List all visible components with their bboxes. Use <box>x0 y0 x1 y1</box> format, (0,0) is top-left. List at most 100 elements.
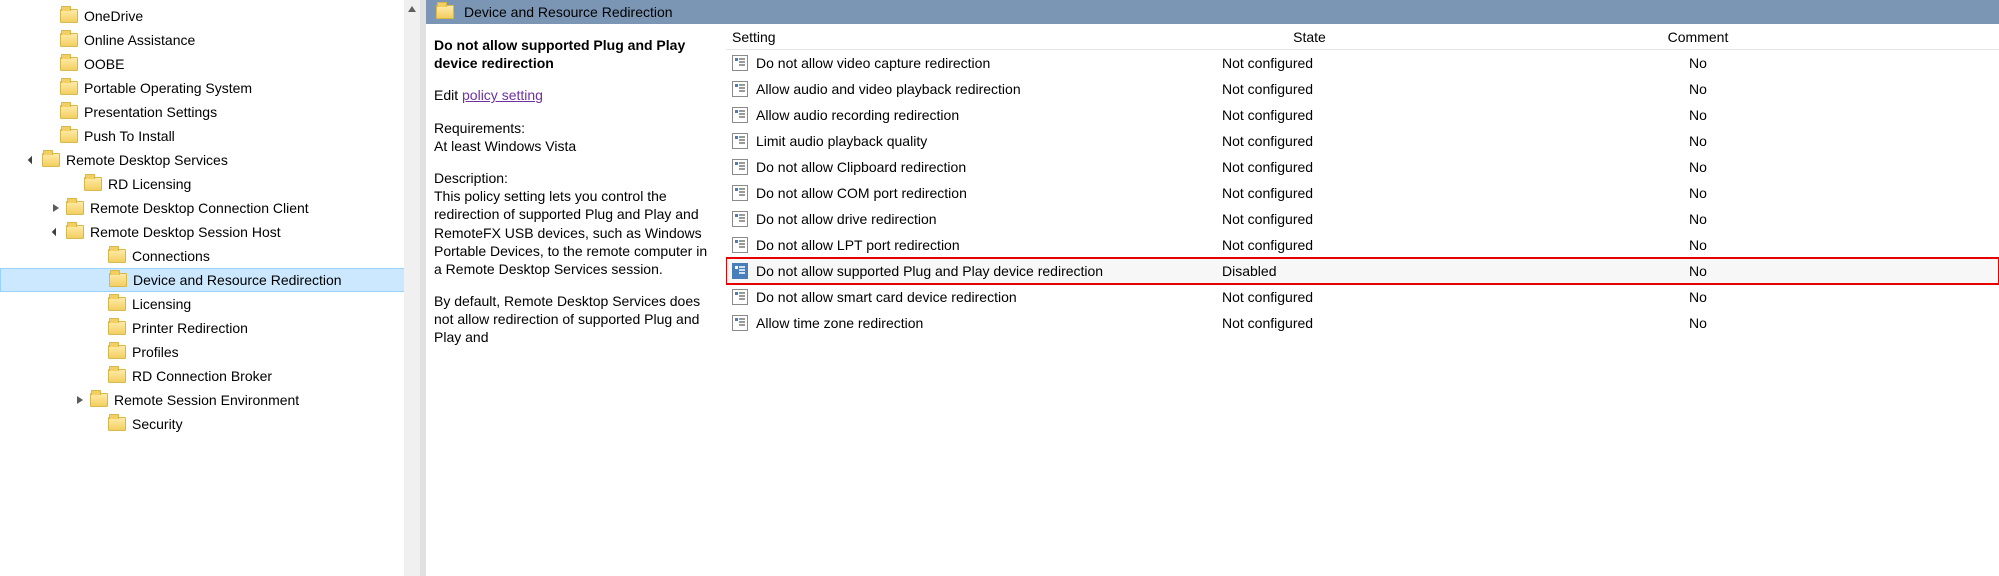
tree-item[interactable]: Remote Desktop Connection Client <box>0 196 420 220</box>
policy-setting-icon <box>732 133 748 149</box>
folder-icon <box>60 129 78 143</box>
policy-row[interactable]: Do not allow Clipboard redirection Not co… <box>726 154 1999 180</box>
tree-item-label: Online Assistance <box>84 32 195 48</box>
content-area: Do not allow supported Plug and Play dev… <box>426 24 1999 576</box>
expander-closed-icon[interactable] <box>72 392 88 408</box>
tree-item[interactable]: Remote Session Environment <box>0 388 420 412</box>
cell-comment: No <box>1397 263 1999 279</box>
policy-setting-icon <box>732 81 748 97</box>
description-block: Description: This policy setting lets yo… <box>434 169 716 278</box>
tree-item[interactable]: Licensing <box>0 292 420 316</box>
description-text-2: By default, Remote Desktop Services does… <box>434 292 716 347</box>
policy-setting-icon <box>732 159 748 175</box>
cell-state: Not configured <box>1222 159 1397 175</box>
folder-icon <box>109 273 127 287</box>
cell-setting: Allow time zone redirection <box>732 315 1222 331</box>
folder-icon <box>60 81 78 95</box>
tree-item[interactable]: Remote Desktop Session Host <box>0 220 420 244</box>
expander-spacer <box>42 128 58 144</box>
tree-item-label: Remote Desktop Services <box>66 152 228 168</box>
policy-setting-icon <box>732 185 748 201</box>
cell-setting: Limit audio playback quality <box>732 133 1222 149</box>
tree-item-label: Portable Operating System <box>84 80 252 96</box>
policy-row[interactable]: Do not allow drive redirectionNot config… <box>726 206 1999 232</box>
cell-setting: Do not allow drive redirection <box>732 211 1222 227</box>
cell-comment: No <box>1397 315 1999 331</box>
policy-title: Do not allow supported Plug and Play dev… <box>434 36 716 72</box>
folder-icon <box>66 201 84 215</box>
policy-row[interactable]: Allow time zone redirectionNot configure… <box>726 310 1999 336</box>
tree-item[interactable]: Presentation Settings <box>0 100 420 124</box>
tree-scrollbar[interactable] <box>404 0 420 576</box>
tree-item-label: Printer Redirection <box>132 320 248 336</box>
tree-item[interactable]: Remote Desktop Services <box>0 148 420 172</box>
policy-row[interactable]: Do not allow LPT port redirectionNot con… <box>726 232 1999 258</box>
expander-spacer <box>91 272 107 288</box>
expander-spacer <box>42 104 58 120</box>
policy-row[interactable]: Do not allow smart card device redirecti… <box>726 284 1999 310</box>
expander-spacer <box>90 248 106 264</box>
expander-spacer <box>90 368 106 384</box>
tree-item-label: Connections <box>132 248 210 264</box>
cell-comment: No <box>1397 133 1999 149</box>
column-comment[interactable]: Comment <box>1397 29 1999 45</box>
tree-item-label: RD Licensing <box>108 176 191 192</box>
cell-comment: No <box>1397 159 1999 175</box>
cell-comment: No <box>1397 185 1999 201</box>
tree-item-label: Device and Resource Redirection <box>133 272 342 288</box>
policy-row[interactable]: Limit audio playback qualityNot configur… <box>726 128 1999 154</box>
tree-item[interactable]: RD Licensing <box>0 172 420 196</box>
navigation-tree[interactable]: OneDrive Online Assistance OOBE Portable Op… <box>0 0 420 576</box>
expander-spacer <box>42 80 58 96</box>
policy-name: Do not allow Clipboard redirection <box>756 159 966 175</box>
tree-item[interactable]: Online Assistance <box>0 28 420 52</box>
folder-icon <box>60 105 78 119</box>
expander-spacer <box>66 176 82 192</box>
policy-row[interactable]: Do not allow COM port redirectionNot con… <box>726 180 1999 206</box>
tree-item[interactable]: OneDrive <box>0 4 420 28</box>
policy-row[interactable]: Do not allow video capture redirectionNo… <box>726 50 1999 76</box>
expander-open-icon[interactable] <box>48 224 64 240</box>
gpo-editor-window: OneDrive Online Assistance OOBE Portable Op… <box>0 0 1999 576</box>
cell-state: Not configured <box>1222 289 1397 305</box>
list-body[interactable]: Do not allow video capture redirectionNo… <box>726 50 1999 576</box>
policy-name: Limit audio playback quality <box>756 133 927 149</box>
expander-spacer <box>42 32 58 48</box>
tree-item[interactable]: Printer Redirection <box>0 316 420 340</box>
tree-item[interactable]: Portable Operating System <box>0 76 420 100</box>
expander-spacer <box>90 320 106 336</box>
expander-closed-icon[interactable] <box>48 200 64 216</box>
details-pane: Device and Resource Redirection Do not a… <box>426 0 1999 576</box>
folder-icon <box>60 33 78 47</box>
policy-name: Allow time zone redirection <box>756 315 923 331</box>
policy-row[interactable]: Allow audio and video playback redirecti… <box>726 76 1999 102</box>
cell-setting: Do not allow video capture redirection <box>732 55 1222 71</box>
tree-item[interactable]: RD Connection Broker <box>0 364 420 388</box>
requirements-text: At least Windows Vista <box>434 137 716 155</box>
cell-setting: Allow audio recording redirection <box>732 107 1222 123</box>
cell-state: Disabled <box>1222 263 1397 279</box>
column-setting[interactable]: Setting <box>732 29 1222 45</box>
tree-item[interactable]: Profiles <box>0 340 420 364</box>
tree-item-label: OOBE <box>84 56 124 72</box>
policy-row[interactable]: Allow audio recording redirectionNot con… <box>726 102 1999 128</box>
expander-spacer <box>42 56 58 72</box>
cell-state: Not configured <box>1222 81 1397 97</box>
edit-policy-link[interactable]: policy setting <box>462 87 543 103</box>
expander-open-icon[interactable] <box>24 152 40 168</box>
policy-name: Do not allow supported Plug and Play dev… <box>756 263 1103 279</box>
tree-item[interactable]: OOBE <box>0 52 420 76</box>
tree-item[interactable]: Device and Resource Redirection <box>0 268 420 292</box>
policy-setting-icon <box>732 289 748 305</box>
folder-icon <box>90 393 108 407</box>
folder-icon <box>108 297 126 311</box>
scroll-up-arrow-icon[interactable] <box>404 0 420 18</box>
policy-row[interactable]: Do not allow supported Plug and Play dev… <box>726 258 1999 284</box>
edit-policy-line: Edit policy setting <box>434 86 716 104</box>
cell-setting: Do not allow Clipboard redirection <box>732 159 1222 175</box>
tree-item[interactable]: Security <box>0 412 420 436</box>
cell-setting: Do not allow COM port redirection <box>732 185 1222 201</box>
tree-item[interactable]: Push To Install <box>0 124 420 148</box>
tree-item[interactable]: Connections <box>0 244 420 268</box>
column-state[interactable]: State <box>1222 29 1397 45</box>
